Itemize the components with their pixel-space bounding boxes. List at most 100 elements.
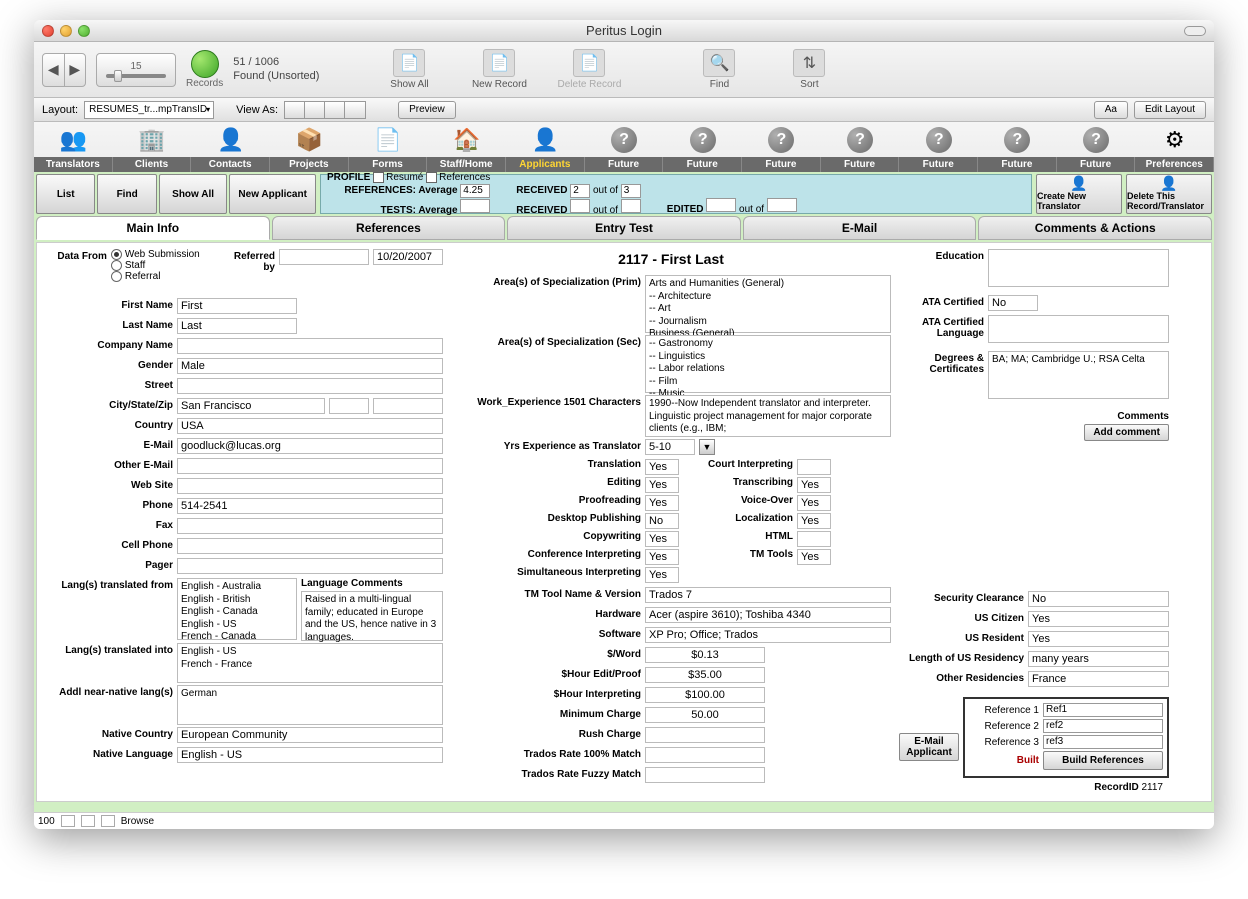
software-input[interactable]: XP Pro; Office; Trados [645, 627, 891, 643]
langs-from-list[interactable]: English - Australia English - British En… [177, 578, 297, 640]
price-hour-int-input[interactable]: $100.00 [645, 687, 765, 703]
preview-button[interactable]: Preview [398, 101, 456, 119]
module-tab-forms[interactable]: 📄Forms [349, 125, 428, 172]
spec-prim-list[interactable]: Arts and Humanities (General) -- Archite… [645, 275, 891, 333]
sec-clearance-input[interactable]: No [1028, 591, 1169, 607]
phone-input[interactable]: 514-2541 [177, 498, 443, 514]
module-tab-clients[interactable]: 🏢Clients [113, 125, 192, 172]
email-input[interactable]: goodluck@lucas.org [177, 438, 443, 454]
native-country-input[interactable]: European Community [177, 727, 443, 743]
list-button[interactable]: List [36, 174, 95, 214]
module-tab-future[interactable]: ?Future [899, 125, 978, 172]
spec-sec-list[interactable]: -- Gastronomy -- Linguistics -- Labor re… [645, 335, 891, 393]
new-applicant-button[interactable]: New Applicant [229, 174, 316, 214]
price-word-input[interactable]: $0.13 [645, 647, 765, 663]
tab-main-info[interactable]: Main Info [36, 216, 270, 240]
langs-into-list[interactable]: English - US French - France [177, 643, 443, 683]
us-resident-input[interactable]: Yes [1028, 631, 1169, 647]
delete-record-translator-button[interactable]: 👤Delete This Record/Translator [1126, 174, 1212, 214]
country-input[interactable]: USA [177, 418, 443, 434]
first-name-input[interactable]: First [177, 298, 297, 314]
sort-button[interactable]: ⇅Sort [769, 49, 849, 90]
module-tab-applicants[interactable]: 👤Applicants [506, 125, 585, 172]
module-tab-contacts[interactable]: 👤Contacts [191, 125, 270, 172]
referred-date-input[interactable]: 10/20/2007 [373, 249, 443, 265]
gender-input[interactable]: Male [177, 358, 443, 374]
close-icon[interactable] [42, 25, 54, 37]
new-record-button[interactable]: 📄New Record [459, 49, 539, 90]
record-slider[interactable]: 15 [96, 53, 176, 87]
zoom-icon[interactable] [78, 25, 90, 37]
state-input[interactable] [329, 398, 369, 414]
build-references-button[interactable]: Build References [1043, 751, 1163, 770]
min-charge-input[interactable]: 50.00 [645, 707, 765, 723]
module-tab-future[interactable]: ?Future [742, 125, 821, 172]
ata-cert-input[interactable]: No [988, 295, 1038, 311]
find-button[interactable]: 🔍Find [679, 49, 759, 90]
pager-input[interactable] [177, 558, 443, 574]
toolbar-pill-icon[interactable] [1184, 26, 1206, 36]
degrees-input[interactable]: BA; MA; Cambridge U.; RSA Celta [988, 351, 1169, 399]
module-tab-projects[interactable]: 📦Projects [270, 125, 349, 172]
show-all-button-2[interactable]: Show All [159, 174, 228, 214]
fax-input[interactable] [177, 518, 443, 534]
footer-icon[interactable] [101, 815, 115, 827]
next-record-icon[interactable]: ▶ [65, 54, 86, 86]
view-mode-buttons[interactable] [284, 101, 366, 119]
zip-input[interactable] [373, 398, 443, 414]
minimize-icon[interactable] [60, 25, 72, 37]
other-email-input[interactable] [177, 458, 443, 474]
yrs-exp-select[interactable]: 5-10 [645, 439, 695, 455]
module-tab-future[interactable]: ?Future [663, 125, 742, 172]
module-tab-preferences[interactable]: ⚙Preferences [1135, 125, 1214, 172]
references-checkbox[interactable] [426, 172, 437, 183]
addl-langs-input[interactable]: German [177, 685, 443, 725]
website-input[interactable] [177, 478, 443, 494]
module-tab-future[interactable]: ?Future [978, 125, 1057, 172]
add-comment-button[interactable]: Add comment [1084, 424, 1169, 441]
tab-e-mail[interactable]: E-Mail [743, 216, 977, 240]
ata-lang-input[interactable] [988, 315, 1169, 343]
work-exp-input[interactable]: 1990--Now Independent translator and int… [645, 395, 891, 437]
last-name-input[interactable]: Last [177, 318, 297, 334]
cell-input[interactable] [177, 538, 443, 554]
tab-entry-test[interactable]: Entry Test [507, 216, 741, 240]
module-tab-future[interactable]: ?Future [821, 125, 900, 172]
module-tab-staff/home[interactable]: 🏠Staff/Home [427, 125, 506, 172]
education-input[interactable] [988, 249, 1169, 287]
price-hour-edit-input[interactable]: $35.00 [645, 667, 765, 683]
find-button-2[interactable]: Find [97, 174, 156, 214]
referred-by-input[interactable] [279, 249, 369, 265]
trados-fuzzy-input[interactable] [645, 767, 765, 783]
tab-references[interactable]: References [272, 216, 506, 240]
record-nav[interactable]: ◀ ▶ [42, 53, 86, 87]
other-residencies-input[interactable]: France [1028, 671, 1169, 687]
layout-select[interactable]: RESUMES_tr...mpTransID [84, 101, 214, 119]
footer-icon[interactable] [61, 815, 75, 827]
edit-layout-button[interactable]: Edit Layout [1134, 101, 1206, 119]
street-input[interactable] [177, 378, 443, 394]
module-tab-future[interactable]: ?Future [1057, 125, 1136, 172]
hardware-input[interactable]: Acer (aspire 3610); Toshiba 4340 [645, 607, 891, 623]
email-applicant-button[interactable]: E-Mail Applicant [899, 733, 959, 761]
tm-tool-input[interactable]: Trados 7 [645, 587, 891, 603]
city-input[interactable]: San Francisco [177, 398, 325, 414]
footer-icon[interactable] [81, 815, 95, 827]
create-new-translator-button[interactable]: 👤Create New Translator [1036, 174, 1122, 214]
native-lang-input[interactable]: English - US [177, 747, 443, 763]
chevron-down-icon[interactable]: ▼ [699, 439, 715, 455]
lang-comments-input[interactable]: Raised in a multi-lingual family; educat… [301, 591, 443, 641]
status-indicator-icon[interactable] [191, 50, 219, 78]
aa-button[interactable]: Aa [1094, 101, 1128, 119]
data-from-radios[interactable]: Web SubmissionStaffReferral [111, 249, 221, 282]
show-all-button[interactable]: 📄Show All [369, 49, 449, 90]
tab-comments-actions[interactable]: Comments & Actions [978, 216, 1212, 240]
module-tab-future[interactable]: ?Future [585, 125, 664, 172]
us-citizen-input[interactable]: Yes [1028, 611, 1169, 627]
company-input[interactable] [177, 338, 443, 354]
trados-100-input[interactable] [645, 747, 765, 763]
module-tab-translators[interactable]: 👥Translators [34, 125, 113, 172]
rush-charge-input[interactable] [645, 727, 765, 743]
prev-record-icon[interactable]: ◀ [43, 54, 65, 86]
length-residency-input[interactable]: many years [1028, 651, 1169, 667]
